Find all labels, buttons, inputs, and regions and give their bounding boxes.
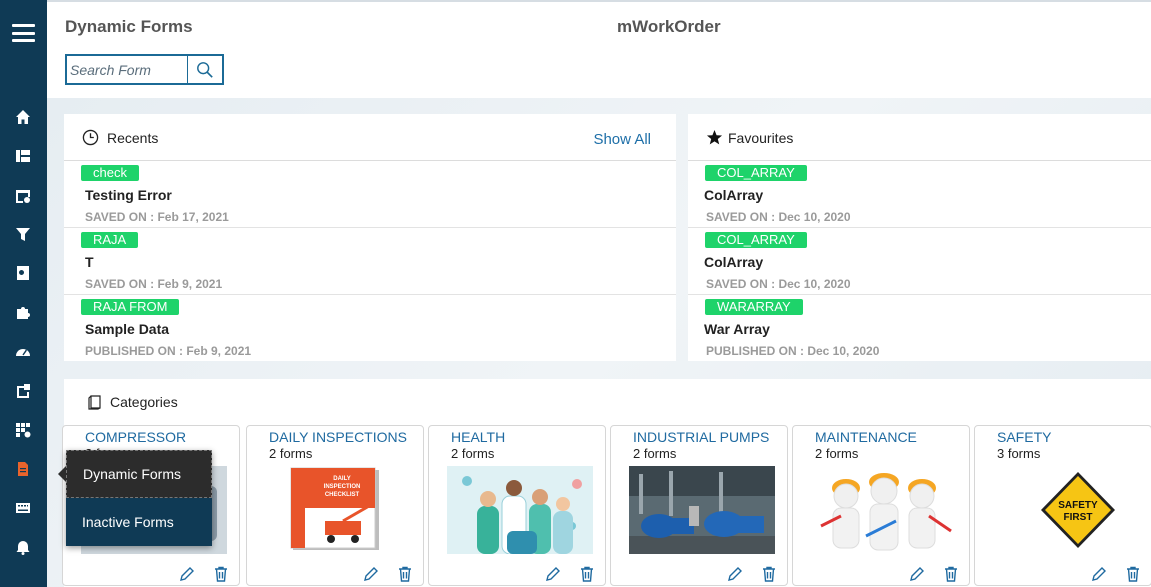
checklist-text-line1: DAILY — [333, 476, 350, 482]
edit-icon[interactable] — [363, 566, 379, 582]
form-title: ColArray — [704, 187, 764, 203]
recents-header: Recents Show All — [64, 114, 676, 161]
list-item[interactable]: COL_ARRAY ColArray SAVED ON : Dec 10, 20… — [688, 161, 1151, 228]
checklist-text-line2: INSPECTION — [324, 484, 361, 490]
checklist-image: DAILY INSPECTION CHECKLIST — [265, 466, 411, 554]
search-button[interactable] — [187, 56, 222, 83]
alarm-icon[interactable] — [14, 538, 32, 556]
dashboard-icon[interactable] — [14, 147, 32, 165]
tag-badge: RAJA FROM — [81, 299, 180, 315]
category-count: 2 forms — [633, 446, 677, 461]
recents-panel: Recents Show All check Testing Error SAV… — [64, 114, 676, 361]
list-item[interactable]: WARARRAY War Array PUBLISHED ON : Dec 10… — [688, 295, 1151, 362]
delete-icon[interactable] — [397, 566, 413, 582]
menu-item-dynamic-forms[interactable]: Dynamic Forms — [66, 450, 212, 498]
category-card-industrial-pumps[interactable]: INDUSTRIAL PUMPS 2 forms — [610, 425, 788, 586]
categories-panel: Categories COMPRESSOR 2 forms DAILY INSP… — [62, 379, 1151, 587]
book-icon — [88, 395, 101, 410]
category-name[interactable]: HEALTH — [451, 429, 505, 445]
category-card-health[interactable]: HEALTH 2 forms — [428, 425, 606, 586]
document-icon[interactable] — [14, 460, 32, 478]
list-item[interactable]: RAJA FROM Sample Data PUBLISHED ON : Feb… — [64, 295, 676, 362]
edit-icon[interactable] — [909, 566, 925, 582]
settings-window-icon[interactable] — [14, 187, 32, 205]
safety-text-line1: SAFETY — [1058, 500, 1098, 511]
grid-settings-icon[interactable] — [14, 421, 32, 439]
app-name: mWorkOrder — [617, 17, 721, 36]
tag-badge: check — [81, 165, 139, 181]
category-name[interactable]: INDUSTRIAL PUMPS — [633, 429, 769, 445]
form-title: T — [85, 254, 94, 270]
saved-date: SAVED ON : Feb 17, 2021 — [85, 210, 229, 224]
edit-icon[interactable] — [179, 566, 195, 582]
edit-icon[interactable] — [1091, 566, 1107, 582]
form-title: ColArray — [704, 254, 764, 270]
star-icon — [706, 129, 723, 145]
list-item[interactable]: RAJA T SAVED ON : Feb 9, 2021 — [64, 228, 676, 295]
hamburger-menu-icon[interactable] — [12, 24, 35, 42]
category-name[interactable]: COMPRESSOR — [85, 429, 186, 445]
search-doc-icon[interactable] — [14, 264, 32, 282]
form-title: War Array — [704, 321, 770, 337]
search-icon — [197, 61, 213, 78]
menu-item-inactive-forms[interactable]: Inactive Forms — [66, 498, 212, 546]
saved-date: PUBLISHED ON : Dec 10, 2020 — [706, 344, 880, 358]
category-name[interactable]: SAFETY — [997, 429, 1051, 445]
category-count: 2 forms — [451, 446, 495, 461]
puzzle-icon[interactable] — [14, 303, 32, 321]
maintenance-image — [811, 466, 957, 554]
search-box — [65, 54, 224, 85]
recents-title: Recents — [107, 130, 159, 146]
forms-submenu: Dynamic Forms Inactive Forms — [58, 450, 212, 546]
page-title: Dynamic Forms — [65, 17, 193, 36]
filter-icon[interactable] — [14, 225, 32, 243]
delete-icon[interactable] — [1125, 566, 1141, 582]
saved-date: PUBLISHED ON : Feb 9, 2021 — [85, 344, 252, 358]
page-header: Dynamic Forms mWorkOrder — [47, 0, 1151, 98]
clipboard-icon[interactable] — [14, 382, 32, 400]
search-input[interactable] — [67, 56, 187, 83]
category-count: 2 forms — [815, 446, 859, 461]
safety-image: SAFETY FIRST — [993, 466, 1139, 554]
submenu-arrow — [58, 466, 66, 482]
category-card-safety[interactable]: SAFETY 3 forms SAFETY FIRST — [974, 425, 1151, 586]
category-count: 2 forms — [269, 446, 313, 461]
delete-icon[interactable] — [761, 566, 777, 582]
list-item[interactable]: COL_ARRAY ColArray SAVED ON : Dec 10, 20… — [688, 228, 1151, 295]
clock-icon — [82, 129, 99, 146]
tag-badge: RAJA — [81, 232, 139, 248]
pumps-image — [629, 466, 775, 554]
category-name[interactable]: DAILY INSPECTIONS — [269, 429, 407, 445]
category-count: 3 forms — [997, 446, 1041, 461]
tag-badge: COL_ARRAY — [705, 232, 807, 248]
tag-badge: WARARRAY — [705, 299, 803, 315]
categories-title: Categories — [110, 394, 178, 410]
delete-icon[interactable] — [579, 566, 595, 582]
safety-text-line2: FIRST — [1064, 512, 1093, 523]
form-title: Testing Error — [85, 187, 172, 203]
favourites-title: Favourites — [728, 130, 794, 146]
checklist-text-line3: CHECKLIST — [325, 492, 360, 498]
edit-icon[interactable] — [727, 566, 743, 582]
form-title: Sample Data — [85, 321, 170, 337]
saved-date: SAVED ON : Dec 10, 2020 — [706, 210, 851, 224]
list-item[interactable]: check Testing Error SAVED ON : Feb 17, 2… — [64, 161, 676, 228]
home-icon[interactable] — [14, 108, 32, 126]
show-all-link[interactable]: Show All — [593, 131, 651, 148]
saved-date: SAVED ON : Dec 10, 2020 — [706, 277, 851, 291]
category-card-maintenance[interactable]: MAINTENANCE 2 forms — [792, 425, 970, 586]
category-name[interactable]: MAINTENANCE — [815, 429, 917, 445]
edit-icon[interactable] — [545, 566, 561, 582]
delete-icon[interactable] — [213, 566, 229, 582]
health-image — [447, 466, 593, 554]
delete-icon[interactable] — [943, 566, 959, 582]
sidebar — [0, 0, 47, 587]
saved-date: SAVED ON : Feb 9, 2021 — [85, 277, 223, 291]
speedometer-icon[interactable] — [14, 343, 32, 361]
keyboard-icon[interactable] — [14, 499, 32, 517]
favourites-header: Favourites — [688, 114, 1151, 161]
category-card-daily-inspections[interactable]: DAILY INSPECTIONS 2 forms DAILY INSPECTI… — [246, 425, 424, 586]
favourites-panel: Favourites COL_ARRAY ColArray SAVED ON :… — [688, 114, 1151, 361]
tag-badge: COL_ARRAY — [705, 165, 807, 181]
